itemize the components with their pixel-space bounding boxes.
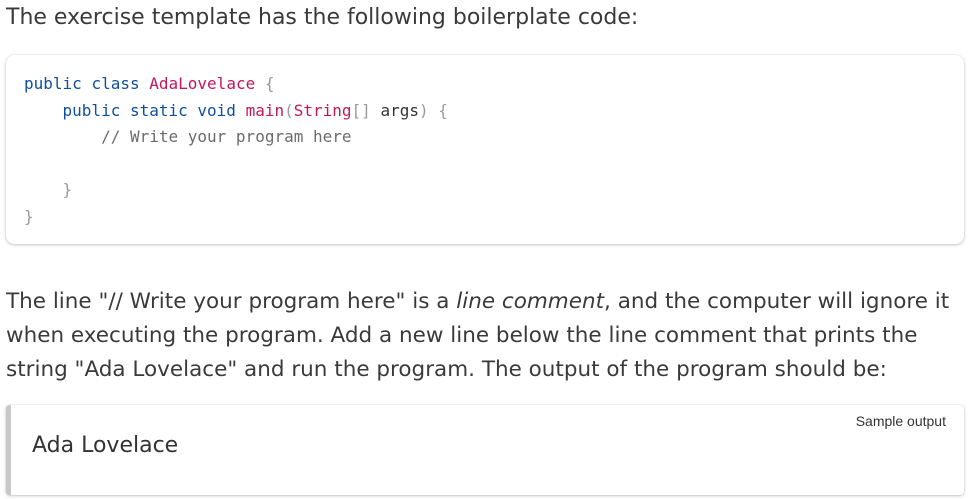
parameter-name: args	[380, 100, 419, 120]
array-brackets: []	[351, 100, 371, 120]
brace: }	[24, 206, 34, 226]
sample-output-label: Sample output	[855, 413, 946, 429]
emphasis-text: line comment	[456, 289, 605, 314]
code-line-5: }	[24, 180, 73, 199]
keyword: void	[197, 100, 236, 120]
type-name: String	[293, 100, 352, 120]
code-line-3: // Write your program here	[24, 127, 352, 146]
keyword: static	[129, 100, 188, 120]
code-block: public class AdaLovelace { public static…	[6, 55, 964, 244]
sample-output-box: Sample output Ada Lovelace	[6, 405, 964, 495]
code-line-2: public static void main(String[] args) {	[24, 101, 448, 120]
keyword: class	[91, 74, 140, 93]
line-comment: // Write your program here	[101, 127, 352, 146]
code-line-6: }	[24, 207, 34, 226]
instruction-paragraph: The line "// Write your program here" is…	[6, 285, 964, 387]
class-name: AdaLovelace	[149, 74, 256, 93]
code-content: public class AdaLovelace { public static…	[24, 71, 448, 230]
keyword: public	[62, 100, 121, 120]
paren: )	[418, 100, 429, 120]
keyword: public	[24, 74, 82, 93]
brace: {	[264, 74, 275, 93]
intro-text: The exercise template has the following …	[6, 5, 639, 30]
code-line-1: public class AdaLovelace {	[24, 74, 275, 93]
method-name: main	[245, 100, 285, 120]
paragraph-text: The line "// Write your program here" is…	[6, 289, 457, 314]
brace: {	[438, 100, 448, 120]
sample-output-text: Ada Lovelace	[32, 433, 179, 458]
paren: (	[284, 100, 294, 120]
brace: }	[62, 180, 73, 199]
